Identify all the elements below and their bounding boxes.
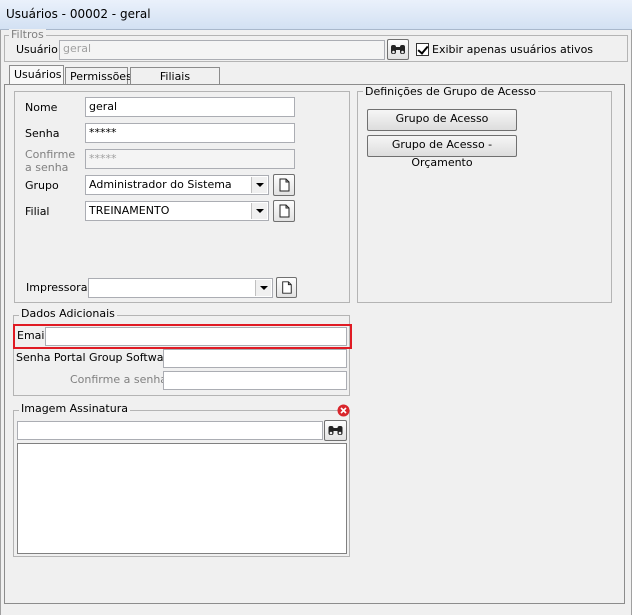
title-bar: Usuários - 00002 - geral xyxy=(0,0,632,30)
signature-browse-button[interactable] xyxy=(324,420,347,441)
confirm-label-line1: Confirme xyxy=(25,148,76,161)
tab-permissoes-label: Permissões xyxy=(70,70,132,83)
additional-data-legend: Dados Adicionais xyxy=(19,307,117,320)
user-search-button[interactable] xyxy=(387,39,409,60)
branch-label: Filial xyxy=(25,205,50,218)
chevron-down-icon[interactable] xyxy=(251,203,267,219)
password-label: Senha xyxy=(25,127,60,140)
printer-new-button[interactable] xyxy=(276,277,297,298)
branch-new-button[interactable] xyxy=(273,200,295,222)
new-document-icon xyxy=(282,281,292,294)
portal-password-label: Senha Portal Group Software xyxy=(16,351,175,364)
access-group-legend: Definições de Grupo de Acesso xyxy=(363,85,539,98)
group-select-value: Administrador do Sistema xyxy=(89,178,232,191)
password-input[interactable]: ***** xyxy=(85,123,295,143)
email-input[interactable] xyxy=(45,327,347,346)
printer-select[interactable] xyxy=(88,278,273,298)
binoculars-icon xyxy=(391,45,405,54)
chevron-down-icon[interactable] xyxy=(255,280,271,296)
branch-select[interactable]: TREINAMENTO xyxy=(85,201,269,221)
group-select[interactable]: Administrador do Sistema xyxy=(85,175,269,195)
binoculars-icon xyxy=(328,426,343,435)
portal-confirm-input[interactable] xyxy=(163,371,347,390)
email-label: Email xyxy=(17,329,48,342)
filters-legend: Filtros xyxy=(9,28,46,41)
branch-select-value: TREINAMENTO xyxy=(89,204,170,217)
name-input[interactable]: geral xyxy=(85,97,295,117)
group-label: Grupo xyxy=(25,179,59,192)
printer-label: Impressora xyxy=(26,281,88,294)
access-group-button[interactable]: Grupo de Acesso xyxy=(367,109,517,131)
confirm-label-line2: a senha xyxy=(25,161,69,174)
group-new-button[interactable] xyxy=(273,174,295,196)
name-label: Nome xyxy=(25,101,58,114)
clear-image-button[interactable] xyxy=(337,404,350,417)
chevron-down-icon[interactable] xyxy=(251,177,267,193)
access-group-budget-button[interactable]: Grupo de Acesso - Orçamento xyxy=(367,135,517,169)
user-filter-label: Usuário xyxy=(16,43,58,56)
new-document-icon xyxy=(279,178,290,192)
user-filter-input[interactable]: geral xyxy=(59,40,385,60)
new-document-icon xyxy=(279,204,290,218)
window-title: Usuários - 00002 - geral xyxy=(6,7,151,21)
signature-legend: Imagem Assinatura xyxy=(19,402,130,415)
only-active-label: Exibir apenas usuários ativos xyxy=(432,43,594,56)
portal-confirm-label: Confirme a senha xyxy=(70,373,168,386)
clear-red-x-icon xyxy=(337,404,350,417)
signature-image-area[interactable] xyxy=(17,443,347,554)
tab-usuarios-label: Usuários xyxy=(14,68,62,81)
portal-password-input[interactable] xyxy=(163,349,347,368)
only-active-checkbox[interactable] xyxy=(416,43,429,56)
confirm-password-input[interactable]: ***** xyxy=(85,149,295,169)
signature-path-input[interactable] xyxy=(17,421,323,440)
tab-usuarios[interactable]: Usuários xyxy=(9,65,64,86)
